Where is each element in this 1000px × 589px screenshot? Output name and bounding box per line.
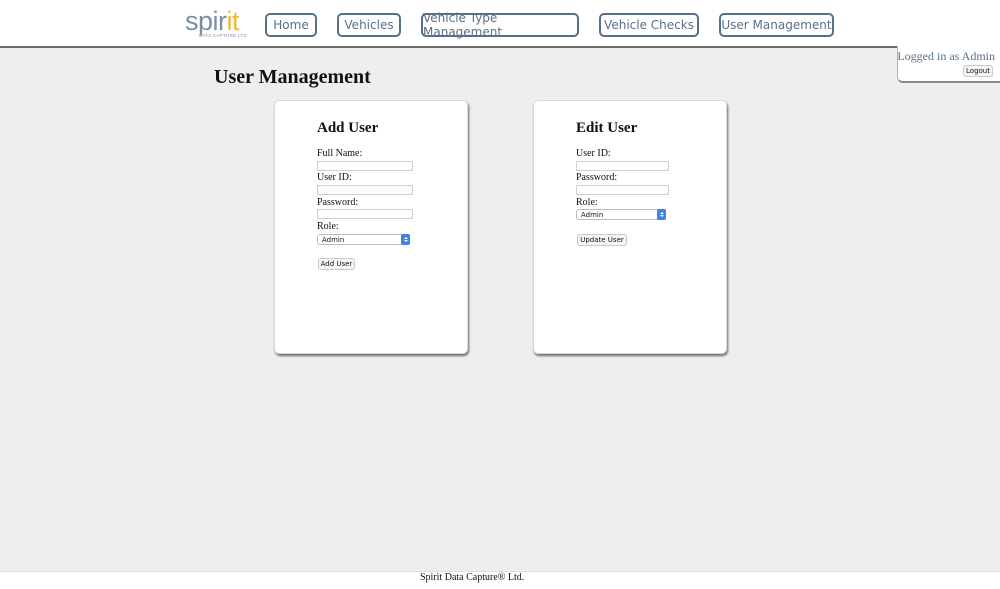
add-user-card: Add User Full Name: User ID: Password: R… [274,100,468,354]
add-user-id-label: User ID: [317,172,352,183]
add-role-select[interactable]: Admin [317,234,410,245]
add-role-label: Role: [317,221,339,232]
spirit-logo[interactable]: spirit DATA CAPTURE LTD [185,6,251,40]
logo-text-accent: it [226,6,240,36]
edit-role-value: Admin [581,211,604,219]
add-password-input[interactable] [317,209,413,219]
edit-user-id-label: User ID: [576,148,611,159]
nav-vehicle-checks-button[interactable]: Vehicle Checks [599,13,699,37]
logo-text-main: spir [185,6,227,36]
logo-tagline: DATA CAPTURE LTD [199,33,248,38]
add-user-id-input[interactable] [317,185,413,195]
add-full-name-input[interactable] [317,161,413,171]
edit-password-input[interactable] [576,185,669,195]
edit-user-id-input[interactable] [576,161,669,171]
edit-role-label: Role: [576,197,598,208]
top-header: spirit DATA CAPTURE LTD Home Vehicles Ve… [0,0,1000,48]
add-user-button[interactable]: Add User [318,258,355,270]
footer-copyright: Spirit Data Capture® Ltd. [420,572,525,583]
add-password-label: Password: [317,197,359,208]
add-role-value: Admin [322,236,345,244]
update-user-button[interactable]: Update User [577,234,627,246]
nav-vehicles-button[interactable]: Vehicles [337,13,401,37]
logout-button[interactable]: Logout [963,65,993,77]
nav-vehicle-type-management-button[interactable]: Vehicle Type Management [421,11,579,39]
session-panel: Logged in as Admin Logout [897,46,1000,83]
add-user-title: Add User [317,120,379,136]
edit-role-select[interactable]: Admin [576,209,666,220]
edit-password-label: Password: [576,172,618,183]
select-arrows-icon [657,209,666,220]
nav-home-button[interactable]: Home [265,13,317,37]
edit-user-card: Edit User User ID: Password: Role: Admin… [533,100,727,354]
page-footer: Spirit Data Capture® Ltd. [0,571,1000,589]
select-arrows-icon [401,234,410,245]
nav-user-management-button[interactable]: User Management [719,13,834,37]
page-title: User Management [214,66,371,88]
logged-in-status: Logged in as Admin [897,49,995,63]
logo-wordmark: spirit [185,6,239,36]
edit-user-title: Edit User [576,120,638,136]
main-content: User Management Add User Full Name: User… [0,48,1000,571]
add-full-name-label: Full Name: [317,148,363,159]
